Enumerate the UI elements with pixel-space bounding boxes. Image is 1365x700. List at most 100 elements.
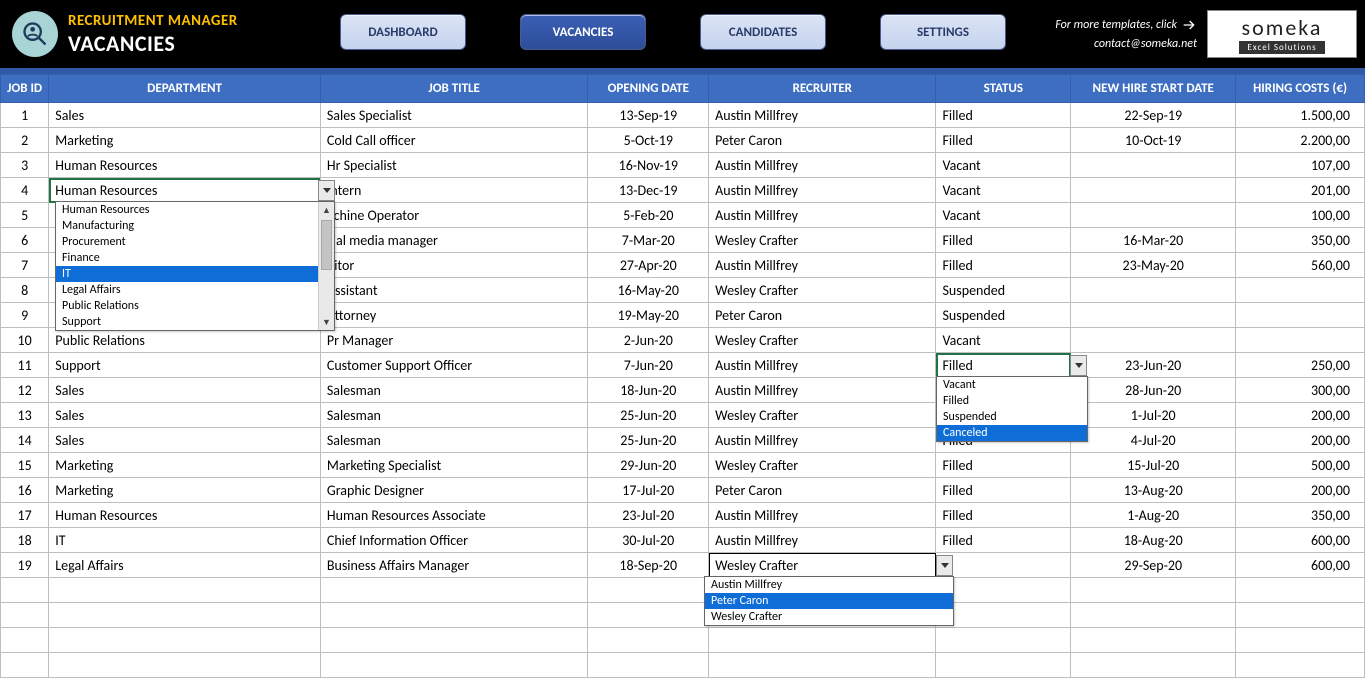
cell-status[interactable] — [936, 553, 1071, 578]
cell-recruiter[interactable]: Austin Millfrey — [709, 378, 936, 403]
cell-id[interactable]: 10 — [1, 328, 49, 353]
cell-empty[interactable] — [49, 653, 321, 678]
col-id[interactable]: JOB ID — [1, 75, 49, 103]
cell-recruiter[interactable]: Wesley Crafter — [709, 278, 936, 303]
col-department[interactable]: DEPARTMENT — [49, 75, 321, 103]
cell-start[interactable]: 23-Jun-20 — [1071, 353, 1236, 378]
cell-id[interactable]: 13 — [1, 403, 49, 428]
nav-candidates[interactable]: CANDIDATES — [700, 14, 826, 50]
cell-recruiter[interactable]: Peter Caron — [709, 303, 936, 328]
col-status[interactable]: STATUS — [936, 75, 1071, 103]
cell-empty[interactable] — [320, 603, 588, 628]
cell-dept[interactable]: Human Resources — [49, 153, 321, 178]
cell-recruiter[interactable]: Peter Caron — [709, 478, 936, 503]
cell-recruiter[interactable]: Wesley Crafter — [709, 453, 936, 478]
cell-opening[interactable]: 13-Sep-19 — [588, 103, 709, 128]
dropdown-item[interactable]: Public Relations — [56, 298, 318, 314]
cell-dept[interactable]: Marketing — [49, 453, 321, 478]
cell-start[interactable]: 1-Aug-20 — [1071, 503, 1236, 528]
cell-empty[interactable] — [320, 578, 588, 603]
cell-id[interactable]: 8 — [1, 278, 49, 303]
cell-recruiter[interactable]: Austin Millfrey — [709, 528, 936, 553]
cell-empty[interactable] — [320, 628, 588, 653]
col-recruiter[interactable]: RECRUITER — [709, 75, 936, 103]
dropdown-item[interactable]: Filled — [937, 393, 1087, 409]
cell-recruiter[interactable]: Austin Millfrey — [709, 503, 936, 528]
cell-recruiter[interactable]: Austin Millfrey — [709, 203, 936, 228]
cell-opening[interactable]: 5-Oct-19 — [588, 128, 709, 153]
cell-empty[interactable] — [1, 653, 49, 678]
cell-title[interactable]: ditor — [320, 253, 588, 278]
cell-opening[interactable]: 30-Jul-20 — [588, 528, 709, 553]
dropdown-item[interactable]: Manufacturing — [56, 218, 318, 234]
cell-start[interactable] — [1071, 178, 1236, 203]
cell-title[interactable]: Attorney — [320, 303, 588, 328]
cell-empty[interactable] — [936, 578, 1071, 603]
cell-status[interactable]: Vacant — [936, 153, 1071, 178]
cell-cost[interactable]: 1.500,00 — [1236, 103, 1365, 128]
scroll-up-icon[interactable]: ▲ — [319, 202, 334, 218]
cell-opening[interactable]: 25-Jun-20 — [588, 403, 709, 428]
cell-status[interactable]: Filled — [936, 453, 1071, 478]
cell-cost[interactable]: 200,00 — [1236, 403, 1365, 428]
dropdown-item[interactable]: Suspended — [937, 409, 1087, 425]
cell-id[interactable]: 18 — [1, 528, 49, 553]
nav-settings[interactable]: SETTINGS — [880, 14, 1006, 50]
cell-empty[interactable] — [588, 578, 709, 603]
cell-title[interactable]: Salesman — [320, 378, 588, 403]
cell-title[interactable]: Assistant — [320, 278, 588, 303]
more-templates-link[interactable]: For more templates, click — [1055, 17, 1197, 33]
cell-id[interactable]: 17 — [1, 503, 49, 528]
cell-status[interactable]: Suspended — [936, 278, 1071, 303]
cell-empty[interactable] — [49, 628, 321, 653]
cell-empty[interactable] — [709, 628, 936, 653]
cell-status[interactable]: Filled — [936, 528, 1071, 553]
scroll-down-icon[interactable]: ▼ — [319, 314, 334, 330]
cell-dept[interactable]: Legal Affairs — [49, 553, 321, 578]
cell-dept[interactable]: Sales — [49, 378, 321, 403]
cell-opening[interactable]: 19-May-20 — [588, 303, 709, 328]
col-title[interactable]: JOB TITLE — [320, 75, 588, 103]
cell-cost[interactable]: 200,00 — [1236, 428, 1365, 453]
cell-empty[interactable] — [1071, 653, 1236, 678]
cell-title[interactable]: Customer Support Officer — [320, 353, 588, 378]
cell-recruiter[interactable]: Austin Millfrey — [709, 178, 936, 203]
cell-dept[interactable]: Sales — [49, 403, 321, 428]
cell-dept[interactable]: Sales — [49, 428, 321, 453]
cell-cost[interactable]: 560,00 — [1236, 253, 1365, 278]
dropdown-item[interactable]: Canceled — [937, 425, 1087, 441]
cell-cost[interactable]: 200,00 — [1236, 478, 1365, 503]
cell-cost[interactable]: 2.200,00 — [1236, 128, 1365, 153]
cell-recruiter[interactable]: Austin Millfrey — [709, 103, 936, 128]
contact-email[interactable]: contact@someka.net — [1094, 37, 1197, 51]
cell-id[interactable]: 1 — [1, 103, 49, 128]
cell-cost[interactable]: 100,00 — [1236, 203, 1365, 228]
dropdown-item[interactable]: Austin Millfrey — [705, 577, 953, 593]
cell-cost[interactable]: 201,00 — [1236, 178, 1365, 203]
cell-start[interactable]: 18-Aug-20 — [1071, 528, 1236, 553]
cell-start[interactable]: 4-Jul-20 — [1071, 428, 1236, 453]
cell-title[interactable]: Marketing Specialist — [320, 453, 588, 478]
cell-id[interactable]: 2 — [1, 128, 49, 153]
dropdown-item[interactable]: Wesley Crafter — [705, 609, 953, 625]
cell-start[interactable]: 28-Jun-20 — [1071, 378, 1236, 403]
cell-title[interactable]: Salesman — [320, 428, 588, 453]
cell-id[interactable]: 3 — [1, 153, 49, 178]
cell-title[interactable]: Pr Manager — [320, 328, 588, 353]
cell-recruiter[interactable]: Wesley Crafter — [709, 228, 936, 253]
cell-id[interactable]: 16 — [1, 478, 49, 503]
cell-start[interactable]: 15-Jul-20 — [1071, 453, 1236, 478]
cell-dept[interactable]: Human Resources — [49, 178, 321, 203]
cell-recruiter[interactable]: Austin Millfrey — [709, 253, 936, 278]
brand-logo[interactable]: someka Excel Solutions — [1207, 10, 1357, 58]
dropdown-item[interactable]: Legal Affairs — [56, 282, 318, 298]
cell-status[interactable]: Filled — [936, 253, 1071, 278]
cell-empty[interactable] — [1236, 628, 1365, 653]
cell-empty[interactable] — [49, 603, 321, 628]
cell-opening[interactable]: 13-Dec-19 — [588, 178, 709, 203]
cell-title[interactable]: Chief Information Officer — [320, 528, 588, 553]
dept-dropdown-popup[interactable]: ▲ ▼ Human ResourcesManufacturingProcurem… — [55, 201, 335, 331]
cell-id[interactable]: 6 — [1, 228, 49, 253]
cell-status[interactable]: Filled — [936, 503, 1071, 528]
cell-status[interactable]: Filled — [936, 353, 1071, 378]
